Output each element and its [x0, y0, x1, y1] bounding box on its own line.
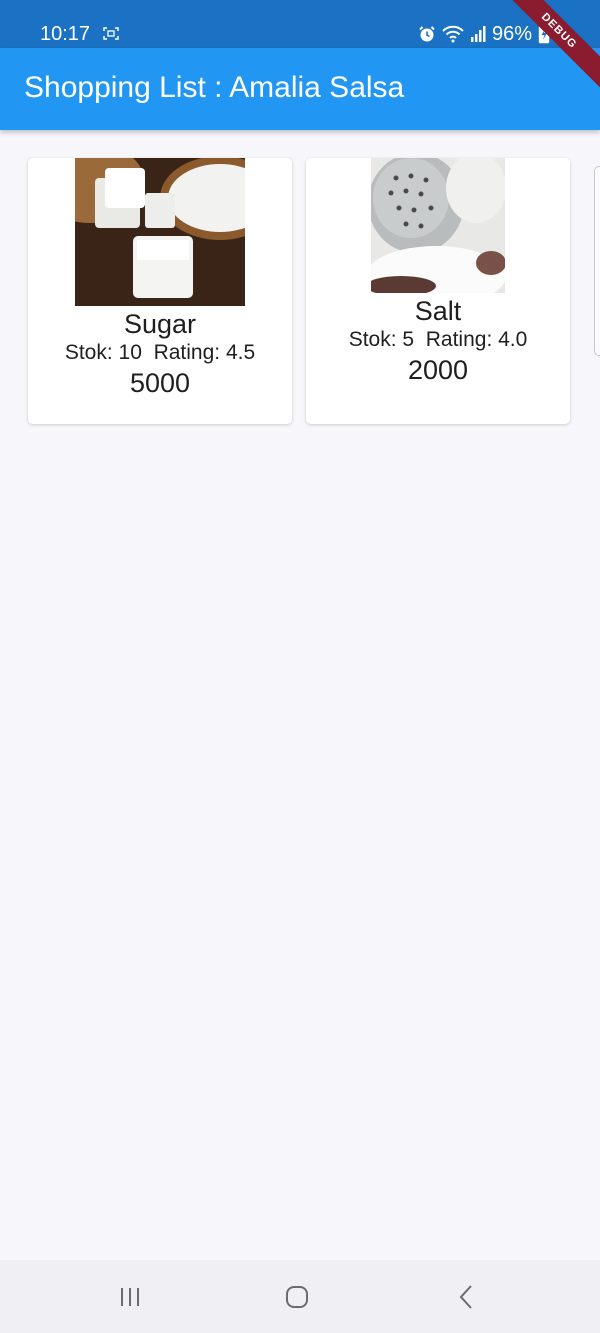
recent-apps-button[interactable]: [110, 1280, 150, 1314]
product-stock: Stok: 5: [348, 328, 415, 351]
product-card-sugar[interactable]: Sugar Stok: 10 Rating: 4.5 5000: [28, 158, 292, 424]
status-icons: 96%: [418, 20, 550, 48]
product-stock: Stok: 10: [64, 341, 142, 364]
status-time: 10:17: [40, 23, 91, 45]
back-button[interactable]: [446, 1280, 486, 1314]
home-button[interactable]: [277, 1280, 317, 1314]
system-nav-bar: [0, 1260, 600, 1333]
product-price: 2000: [407, 355, 469, 385]
sugar-cubes-photo: [75, 158, 245, 306]
product-card-partial[interactable]: [594, 166, 600, 356]
alarm-icon: [419, 26, 435, 42]
battery-percent: 96%: [491, 23, 532, 45]
product-card-salt[interactable]: Salt Stok: 5 Rating: 4.0 2000: [306, 158, 570, 424]
product-list: Sugar Stok: 10 Rating: 4.5 5000 Salt Sto…: [0, 130, 600, 1260]
product-meta: Stok: 10 Rating: 4.5: [28, 340, 292, 366]
home-icon: [286, 1286, 308, 1308]
back-icon: [459, 1285, 472, 1309]
product-rating: Rating: 4.0: [425, 328, 528, 351]
recent-apps-icon: [121, 1288, 139, 1306]
status-bar: 10:17 96%: [0, 0, 600, 48]
product-name: Salt: [414, 296, 462, 326]
product-name: Sugar: [123, 309, 197, 339]
signal-icon: [470, 26, 486, 42]
salt-shaker-photo: [371, 158, 505, 293]
app-bar: Shopping List : Amalia Salsa: [0, 48, 600, 130]
wifi-icon: [442, 25, 464, 43]
product-meta: Stok: 5 Rating: 4.0: [306, 327, 570, 353]
product-price: 5000: [129, 368, 191, 398]
product-rating: Rating: 4.5: [153, 341, 256, 364]
page-title: Shopping List : Amalia Salsa: [24, 71, 405, 104]
screenshot-icon: [103, 27, 119, 40]
